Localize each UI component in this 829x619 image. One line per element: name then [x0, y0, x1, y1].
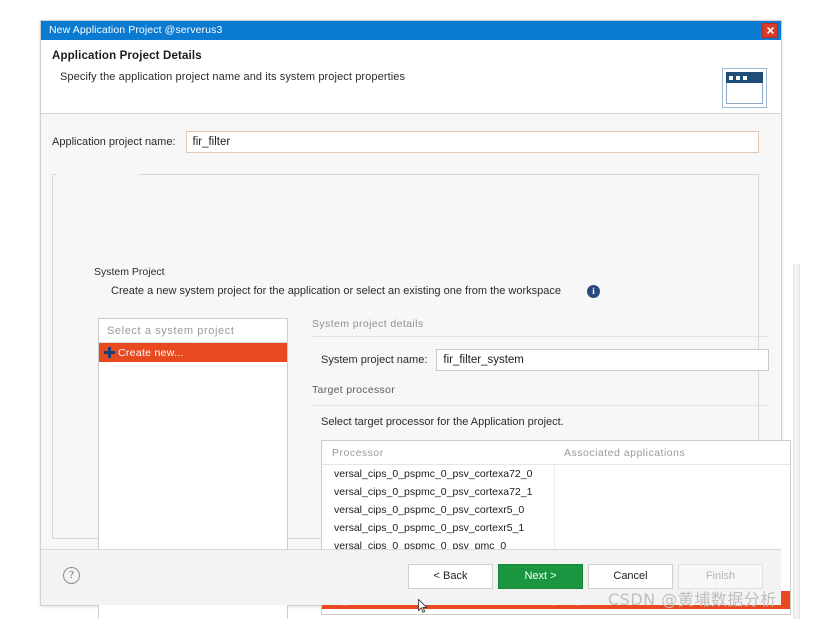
list-item-create-new[interactable]: Create new...: [99, 343, 287, 362]
vertical-scrollbar[interactable]: [793, 264, 800, 619]
dialog-window-icon-dot: [729, 75, 733, 80]
page-subtitle: Specify the application project name and…: [60, 71, 406, 83]
screen: New Application Project @serverus3 Appli…: [0, 0, 829, 619]
list-item-label: Create new...: [118, 346, 184, 359]
target-processor-description: Select target processor for the Applicat…: [321, 416, 564, 428]
system-project-name-row: System project name:: [321, 349, 769, 371]
help-icon[interactable]: ?: [63, 567, 80, 584]
dialog-header: Application Project Details Specify the …: [41, 40, 781, 114]
page-title: Application Project Details: [52, 50, 202, 62]
dialog-titlebar: New Application Project @serverus3: [41, 21, 781, 40]
table-row[interactable]: versal_cips_0_pspmc_0_psv_cortexr5_0: [322, 501, 790, 519]
system-project-group-legend: System Project: [91, 266, 168, 278]
new-application-project-dialog: New Application Project @serverus3 Appli…: [40, 20, 800, 619]
dialog-title: New Application Project @serverus3: [49, 24, 223, 36]
dialog-window-icon-titlebar: [726, 72, 763, 83]
system-project-list-header: Select a system project: [99, 319, 287, 343]
dialog-window-icon-body: [726, 83, 763, 104]
target-processor-divider: [312, 405, 769, 406]
application-project-name-input[interactable]: [185, 131, 759, 153]
info-icon[interactable]: i: [587, 285, 600, 298]
plus-icon: [104, 347, 115, 358]
close-icon[interactable]: [762, 23, 778, 38]
cell-processor: versal_cips_0_pspmc_0_psv_cortexa72_0: [334, 468, 533, 480]
application-project-name-label: Application project name:: [52, 136, 176, 148]
dialog-window-icon-dot: [736, 75, 740, 80]
cell-processor: versal_cips_0_pspmc_0_psv_cortexa72_1: [334, 486, 533, 498]
dialog-body: Application project name: System Project…: [41, 114, 800, 619]
column-header-associated-applications: Associated applications: [564, 446, 686, 459]
target-processor-section-label: Target processor: [312, 384, 396, 396]
application-project-name-row: Application project name:: [52, 131, 759, 153]
cell-processor: versal_cips_0_pspmc_0_psv_cortexr5_0: [334, 504, 525, 516]
next-button[interactable]: Next >: [498, 564, 583, 589]
dialog-window-icon: [722, 68, 767, 108]
system-project-details-title: System project details: [312, 318, 424, 330]
details-divider: [312, 336, 769, 337]
dialog-window-icon-dot: [743, 75, 747, 80]
table-row[interactable]: versal_cips_0_pspmc_0_psv_cortexr5_1: [322, 519, 790, 537]
system-project-name-label: System project name:: [321, 354, 428, 366]
processor-table-header: Processor Associated applications: [322, 441, 790, 465]
system-project-name-input[interactable]: [436, 349, 769, 371]
system-project-description: Create a new system project for the appl…: [111, 285, 562, 297]
back-button[interactable]: < Back: [408, 564, 493, 589]
table-row[interactable]: versal_cips_0_pspmc_0_psv_cortexa72_0: [322, 465, 790, 483]
cell-processor: versal_cips_0_pspmc_0_psv_cortexr5_1: [334, 522, 525, 534]
column-header-processor: Processor: [332, 446, 384, 459]
watermark: CSDN @黄埔数据分析: [608, 590, 777, 609]
table-row[interactable]: versal_cips_0_pspmc_0_psv_cortexa72_1: [322, 483, 790, 501]
close-x-glyph: [766, 27, 774, 34]
